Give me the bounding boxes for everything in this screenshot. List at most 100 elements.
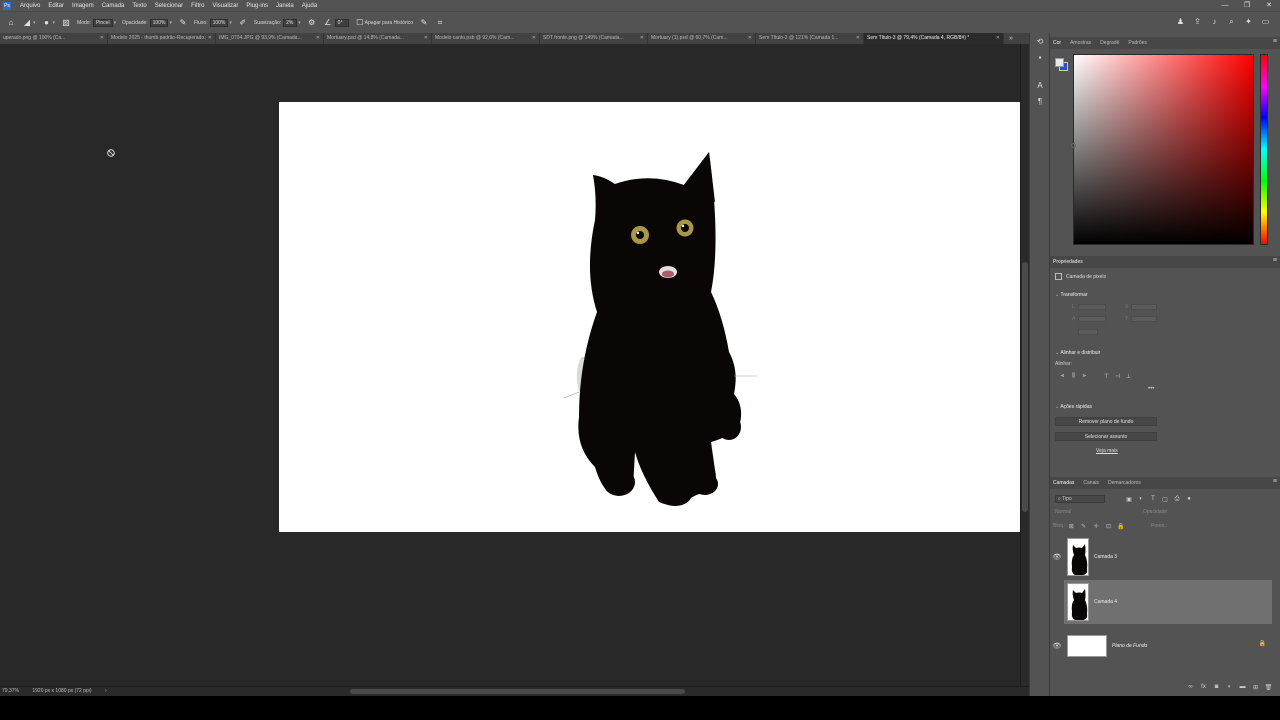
menu-selecionar[interactable]: Selecionar	[151, 3, 187, 9]
eraser-tool-icon[interactable]: ◢	[22, 18, 32, 28]
close-icon[interactable]: ✕	[100, 33, 104, 44]
align-bottom-icon[interactable]: ⊥	[1123, 373, 1134, 380]
pressure-size-icon[interactable]: ✎	[419, 18, 429, 28]
trash-icon[interactable]: 🗑	[1262, 684, 1275, 696]
align-hcenter-icon[interactable]: ⫼	[1068, 373, 1079, 380]
notifications-icon[interactable]: ♪	[1206, 17, 1223, 27]
restore-button[interactable]: ❐	[1236, 0, 1258, 11]
color-picker-cursor[interactable]	[1071, 143, 1076, 148]
close-icon[interactable]: ✕	[748, 33, 752, 44]
menu-filtro[interactable]: Filtro	[187, 3, 208, 9]
erase-history-label[interactable]: Apagar para Histórico	[365, 20, 413, 26]
foreground-color-swatch[interactable]	[1055, 58, 1064, 67]
blend-mode-select[interactable]: Normal	[1055, 509, 1071, 515]
filter-smart-icon[interactable]: ⎙	[1171, 496, 1183, 503]
brush-preset-icon[interactable]: ●	[42, 18, 52, 28]
discover-icon[interactable]: ✦	[1240, 17, 1257, 27]
eye-icon[interactable]: 👁	[1050, 553, 1064, 561]
home-icon[interactable]: ⌂	[6, 18, 16, 28]
user-icon[interactable]: ♟	[1172, 17, 1189, 27]
vertical-scrollbar[interactable]	[1020, 44, 1029, 686]
document-tab[interactable]: Mortuary (1).psd @ 60,7% (Cam... ✕	[648, 33, 756, 44]
filter-shape-icon[interactable]: ▢	[1159, 496, 1171, 503]
panel-menu-icon[interactable]: ≡	[1273, 478, 1277, 485]
document-tab[interactable]: Sem Título-2 @ 121% (Camada 1... ✕	[756, 33, 864, 44]
canvas-area[interactable]	[0, 44, 1020, 686]
transform-section[interactable]: Transformar	[1055, 292, 1088, 298]
document-tab[interactable]: uperado.png @ 100% (Ca... ✕	[0, 33, 108, 44]
checkbox-icon[interactable]: ☐	[355, 18, 365, 28]
align-right-icon[interactable]: ⫸	[1079, 373, 1090, 380]
panel-menu-icon[interactable]: ≡	[1273, 257, 1277, 264]
symmetry-icon[interactable]: ⌗	[435, 18, 445, 28]
fg-bg-swatches[interactable]	[1055, 58, 1069, 72]
gear-icon[interactable]: ⚙	[307, 18, 317, 28]
brush-settings-icon[interactable]: ▨	[61, 18, 71, 28]
lock-all-icon[interactable]: 🔒	[1115, 523, 1126, 530]
pressure-opacity-icon[interactable]: ✎	[178, 18, 188, 28]
menu-imagem[interactable]: Imagem	[68, 3, 98, 9]
more-options-icon[interactable]: •••	[1148, 386, 1154, 392]
menu-editar[interactable]: Editar	[44, 3, 68, 9]
menu-janela[interactable]: Janela	[272, 3, 298, 9]
airbrush-icon[interactable]: ✐	[238, 18, 248, 28]
layer-thumbnail[interactable]	[1067, 583, 1089, 621]
opacity-field[interactable]: 100%	[149, 18, 169, 27]
workspace-icon[interactable]: ▭	[1257, 17, 1274, 27]
close-icon[interactable]: ✕	[316, 33, 320, 44]
flow-field[interactable]: 100%	[209, 18, 229, 27]
align-vcenter-icon[interactable]: ⊣	[1112, 373, 1123, 380]
layer-row-selected[interactable]: Camada 4	[1064, 580, 1272, 624]
comments-icon[interactable]: ▪	[1030, 51, 1050, 65]
panel-menu-icon[interactable]: ≡	[1273, 38, 1277, 45]
new-group-icon[interactable]: ▬	[1236, 684, 1249, 696]
lock-artboard-icon[interactable]: ⊡	[1103, 523, 1114, 530]
document-canvas[interactable]	[279, 102, 1020, 532]
close-icon[interactable]: ✕	[532, 33, 536, 44]
tab-degrade[interactable]: Degradê	[1100, 40, 1119, 46]
layer-filter-select[interactable]: ⌕ Tipo	[1055, 495, 1105, 503]
document-tab-active[interactable]: Sem Título-3 @ 79,4% (Camada 4, RGB/8#) …	[864, 33, 1004, 44]
filter-pixel-icon[interactable]: ▣	[1123, 496, 1135, 503]
menu-visualizar[interactable]: Visualizar	[208, 3, 242, 9]
layer-name[interactable]: Camada 4	[1094, 599, 1117, 605]
mode-select[interactable]: Pincel	[92, 18, 113, 27]
tab-amostras[interactable]: Amostras	[1070, 40, 1091, 46]
lock-image-icon[interactable]: ✎	[1078, 523, 1089, 530]
quick-actions-section[interactable]: Ações rápidas	[1055, 404, 1092, 410]
lock-position-icon[interactable]: ✛	[1091, 523, 1102, 530]
remove-background-button[interactable]: Remover plano de fundo	[1055, 417, 1157, 426]
align-top-icon[interactable]: ⊤	[1101, 373, 1112, 380]
new-layer-icon[interactable]: ⊞	[1249, 684, 1262, 696]
layer-thumbnail[interactable]	[1067, 635, 1107, 657]
menu-ajuda[interactable]: Ajuda	[298, 3, 321, 9]
paragraph-icon[interactable]: ¶	[1030, 95, 1050, 109]
photoshop-logo-icon[interactable]: Ps	[3, 1, 11, 10]
tab-canais[interactable]: Canais	[1083, 480, 1099, 486]
layer-name[interactable]: Plano de Fundo	[1112, 643, 1147, 649]
tab-cor[interactable]: Cor	[1053, 40, 1061, 46]
close-icon[interactable]: ✕	[424, 33, 428, 44]
document-tab[interactable]: SDT fronte.png @ 149% (Camada... ✕	[540, 33, 648, 44]
menu-plugins[interactable]: Plug-ins	[242, 3, 272, 9]
filter-toggle-icon[interactable]: ●	[1183, 496, 1195, 503]
angle-field[interactable]: 0°	[334, 18, 349, 27]
close-button[interactable]: ✕	[1258, 0, 1280, 11]
menu-texto[interactable]: Texto	[128, 3, 150, 9]
add-mask-icon[interactable]: ◙	[1210, 684, 1223, 696]
layer-name[interactable]: Camada 3	[1094, 554, 1117, 560]
lock-transparent-icon[interactable]: ⊠	[1066, 523, 1077, 530]
layer-row[interactable]: 👁 Camada 3	[1050, 535, 1272, 579]
document-tab[interactable]: Modelo canto.psb @ 92,6% (Cam... ✕	[432, 33, 540, 44]
properties-title[interactable]: Propriedades	[1053, 259, 1083, 265]
more-tabs-icon[interactable]: »	[1004, 33, 1018, 44]
tab-camadas[interactable]: Camadas	[1053, 480, 1074, 486]
chevron-right-icon[interactable]: ›	[105, 688, 107, 694]
close-icon[interactable]: ✕	[640, 33, 644, 44]
select-subject-button[interactable]: Selecionar assunto	[1055, 432, 1157, 441]
hue-slider[interactable]	[1260, 54, 1268, 245]
minimize-button[interactable]: —	[1214, 0, 1236, 11]
link-layers-icon[interactable]: ∞	[1184, 684, 1197, 696]
document-tab[interactable]: IMG_0704.JPG @ 93,9% (Camada... ✕	[216, 33, 324, 44]
document-tab[interactable]: Modelo 2025 - thumb padrão-Recuperado.ps…	[108, 33, 216, 44]
